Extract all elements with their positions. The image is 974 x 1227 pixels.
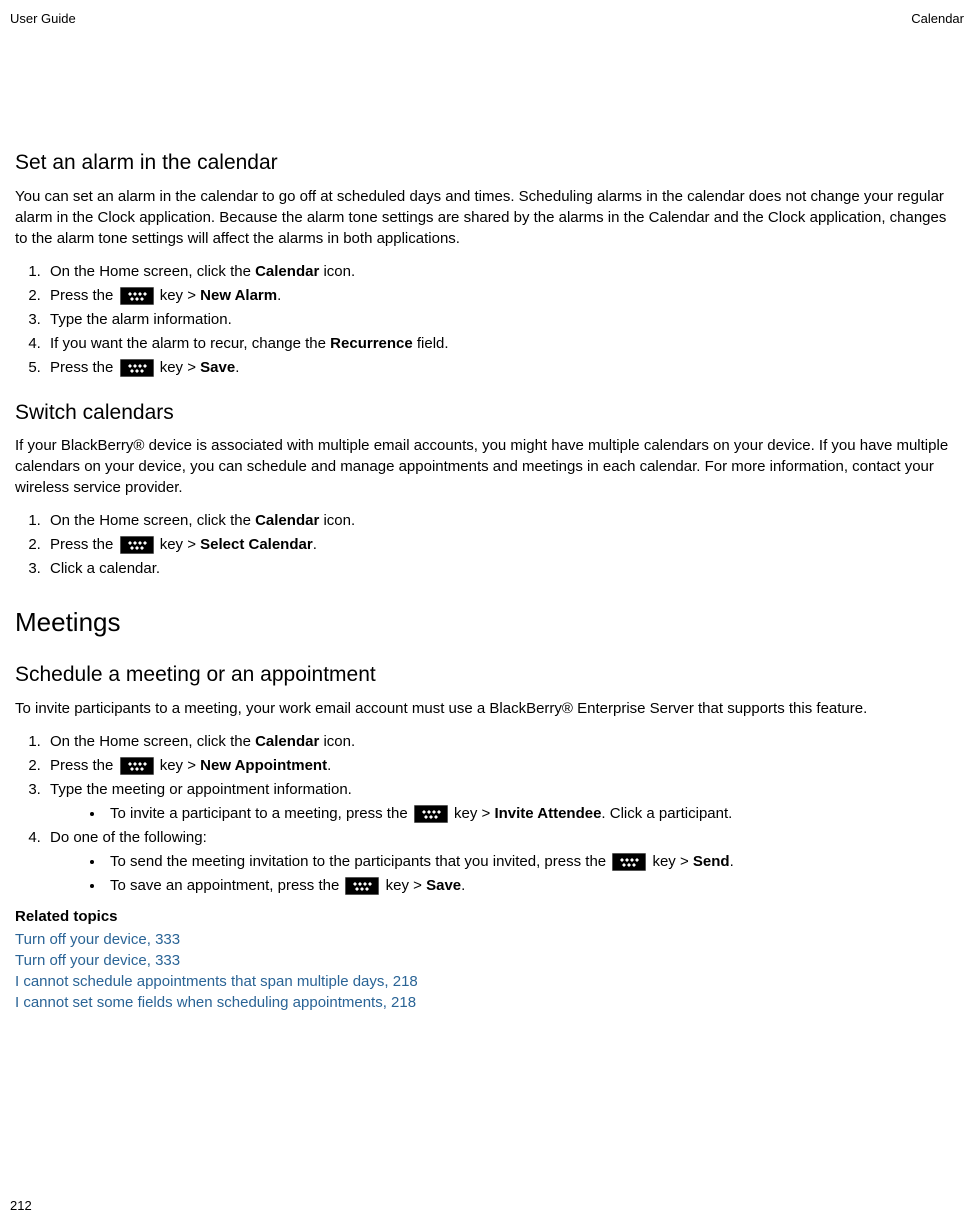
schedule-meeting-steps: On the Home screen, click the Calendar i… [15,731,959,896]
list-item: Type the meeting or appointment informat… [45,779,959,824]
meetings-heading: Meetings [15,604,959,640]
set-alarm-heading: Set an alarm in the calendar [15,148,959,177]
header-left: User Guide [10,10,76,28]
list-item: To save an appointment, press the key > … [105,875,959,896]
page-header: User Guide Calendar [10,10,964,28]
blackberry-key-icon [612,853,646,871]
blackberry-key-icon [345,877,379,895]
blackberry-key-icon [120,536,154,554]
page-content: Set an alarm in the calendar You can set… [10,148,964,1013]
list-item: Press the key > Save. [45,357,959,378]
switch-calendars-intro: If your BlackBerry® device is associated… [15,435,959,498]
list-item: Click a calendar. [45,558,959,579]
switch-calendars-steps: On the Home screen, click the Calendar i… [15,510,959,579]
list-item: If you want the alarm to recur, change t… [45,333,959,354]
list-item: On the Home screen, click the Calendar i… [45,261,959,282]
header-right: Calendar [911,10,964,28]
related-link[interactable]: I cannot set some fields when scheduling… [15,992,959,1013]
blackberry-key-icon [120,757,154,775]
list-item: Type the alarm information. [45,309,959,330]
schedule-meeting-heading: Schedule a meeting or an appointment [15,660,959,689]
list-item: Press the key > New Alarm. [45,285,959,306]
list-item: On the Home screen, click the Calendar i… [45,731,959,752]
related-link[interactable]: Turn off your device, 333 [15,929,959,950]
list-item: Do one of the following: To send the mee… [45,827,959,896]
blackberry-key-icon [120,287,154,305]
list-item: On the Home screen, click the Calendar i… [45,510,959,531]
blackberry-key-icon [120,359,154,377]
related-link[interactable]: Turn off your device, 333 [15,950,959,971]
set-alarm-steps: On the Home screen, click the Calendar i… [15,261,959,378]
set-alarm-intro: You can set an alarm in the calendar to … [15,186,959,249]
schedule-meeting-intro: To invite participants to a meeting, you… [15,698,959,719]
list-item: Press the key > New Appointment. [45,755,959,776]
related-topics-heading: Related topics [15,906,959,927]
list-item: Press the key > Select Calendar. [45,534,959,555]
list-item: To invite a participant to a meeting, pr… [105,803,959,824]
list-item: To send the meeting invitation to the pa… [105,851,959,872]
related-link[interactable]: I cannot schedule appointments that span… [15,971,959,992]
switch-calendars-heading: Switch calendars [15,398,959,427]
sub-list: To send the meeting invitation to the pa… [50,851,959,896]
blackberry-key-icon [414,805,448,823]
sub-list: To invite a participant to a meeting, pr… [50,803,959,824]
page-number: 212 [10,1197,32,1215]
